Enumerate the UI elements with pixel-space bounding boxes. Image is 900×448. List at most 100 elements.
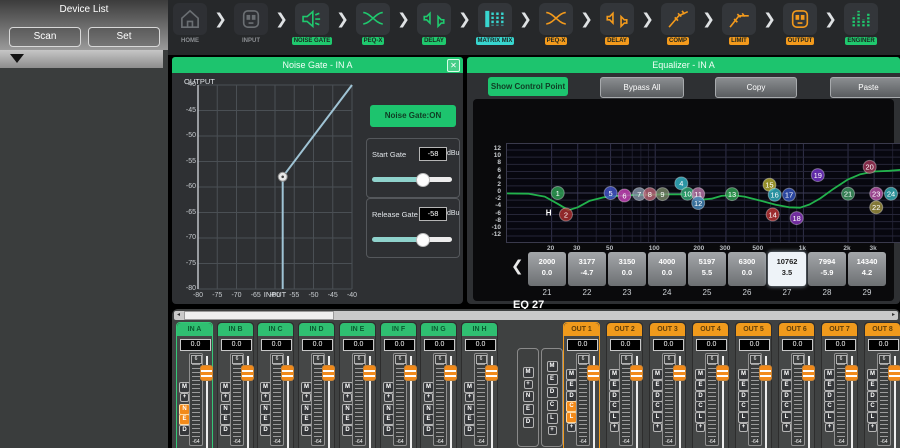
strip-tab[interactable]: OUT 3 xyxy=(650,323,685,336)
bypass-all-button[interactable]: Bypass All xyxy=(600,77,684,98)
master-button-d[interactable]: D xyxy=(523,417,534,428)
strip-button-plus[interactable]: + xyxy=(424,393,433,402)
start-gate-value[interactable]: -58 xyxy=(419,147,447,161)
noise-gate-on-button[interactable]: Noise Gate:ON xyxy=(370,105,456,127)
fader-handle[interactable] xyxy=(630,365,643,381)
strip-tab[interactable]: OUT 5 xyxy=(736,323,771,336)
strip-button-plus[interactable]: + xyxy=(610,423,619,432)
toolbar-item-home[interactable]: HOME xyxy=(168,3,212,45)
strip-button-plus[interactable]: + xyxy=(567,423,576,432)
toolbar-item-comp[interactable]: COMP xyxy=(656,3,700,45)
strip-tab[interactable]: OUT 8 xyxy=(865,323,900,336)
strip-button-plus[interactable]: + xyxy=(343,393,352,402)
toolbar-item-delay[interactable]: DELAY xyxy=(595,3,639,45)
toolbar-tile[interactable] xyxy=(234,3,268,35)
fader-handle[interactable] xyxy=(759,365,772,381)
master-button-plus[interactable]: + xyxy=(524,380,533,389)
fader-handle[interactable] xyxy=(716,365,729,381)
strip-gain-value[interactable]: 0.0 xyxy=(825,339,856,351)
copy-button[interactable]: Copy xyxy=(715,77,797,98)
fader-handle[interactable] xyxy=(322,365,335,381)
strip-tab[interactable]: IN E xyxy=(340,323,375,336)
eq-band-cell-26[interactable]: 63000.0 xyxy=(728,252,766,286)
fader-handle[interactable] xyxy=(241,365,254,381)
strip-in-e[interactable]: IN E0.0M+NED6-64 xyxy=(339,322,376,448)
strip-tab[interactable]: IN C xyxy=(258,323,293,336)
fader-handle[interactable] xyxy=(404,365,417,381)
toolbar-tile[interactable] xyxy=(722,3,756,35)
strip-button-plus[interactable]: + xyxy=(868,423,877,432)
eq-band-cell-28[interactable]: 7994-5.9 xyxy=(808,252,846,286)
device-tree-expander[interactable] xyxy=(0,50,163,68)
fader-handle[interactable] xyxy=(444,365,457,381)
toolbar-tile[interactable] xyxy=(539,3,573,35)
fader-handle[interactable] xyxy=(485,365,498,381)
eq-point-9[interactable]: 9 xyxy=(656,188,669,201)
fader-handle[interactable] xyxy=(845,365,858,381)
expander-triangle-icon[interactable] xyxy=(10,54,24,63)
strip-gain-value[interactable]: 0.0 xyxy=(782,339,813,351)
scrollbar-thumb[interactable] xyxy=(184,311,334,320)
strip-gain-value[interactable]: 0.0 xyxy=(653,339,684,351)
master-button-plus[interactable]: + xyxy=(548,426,557,435)
set-button[interactable]: Set xyxy=(88,27,160,47)
toolbar-item-limit[interactable]: LIMIT xyxy=(717,3,761,45)
gate-threshold-handle[interactable] xyxy=(278,172,287,181)
eq-point-17[interactable]: 17 xyxy=(783,188,796,201)
strip-gain-value[interactable]: 0.0 xyxy=(465,339,496,351)
eq-point-24[interactable]: 24 xyxy=(885,187,898,200)
strip-in-g[interactable]: IN G0.0M+NED6-64 xyxy=(420,322,457,448)
strip-tab[interactable]: IN B xyxy=(218,323,253,336)
mixer-scrollbar[interactable]: ◂ ▸ xyxy=(174,311,898,320)
strip-tab[interactable]: IN A xyxy=(177,323,212,336)
eq-band-cell-27[interactable]: 107623.5 xyxy=(768,252,806,286)
toolbar-tile[interactable] xyxy=(173,3,207,35)
toolbar-tile[interactable] xyxy=(478,3,512,35)
eq-band-cell-21[interactable]: 20000.0 xyxy=(528,252,566,286)
strip-tab[interactable]: OUT 7 xyxy=(822,323,857,336)
start-gate-slider-thumb[interactable] xyxy=(416,173,430,187)
toolbar-tile[interactable] xyxy=(295,3,329,35)
strip-tab[interactable]: OUT 6 xyxy=(779,323,814,336)
strip-gain-value[interactable]: 0.0 xyxy=(180,339,211,351)
toolbar-item-peq-x[interactable]: PEQ-X xyxy=(351,3,395,45)
start-gate-slider[interactable] xyxy=(372,177,452,182)
eq-point-1[interactable]: 1 xyxy=(551,187,564,200)
strip-out-4[interactable]: OUT 40.0MEDCL+6-64 xyxy=(692,322,729,448)
toolbar-item-matrix-mix[interactable]: MATRIX MIX xyxy=(473,3,517,45)
master-button-n[interactable]: N xyxy=(523,391,534,402)
master-button-m[interactable]: M xyxy=(547,361,558,372)
release-gate-value[interactable]: -58 xyxy=(419,207,447,221)
fader-handle[interactable] xyxy=(363,365,376,381)
strip-out-6[interactable]: OUT 60.0MEDCL+6-64 xyxy=(778,322,815,448)
strip-gain-value[interactable]: 0.0 xyxy=(696,339,727,351)
master-button-c[interactable]: C xyxy=(547,400,558,411)
bands-prev-icon[interactable]: ❮ xyxy=(511,257,524,275)
master-button-l[interactable]: L xyxy=(547,413,558,424)
eq-point-6[interactable]: 6 xyxy=(618,189,631,202)
eq-point-8[interactable]: 8 xyxy=(643,188,656,201)
eq-point-19[interactable]: 19 xyxy=(811,169,824,182)
eq-band-cell-29[interactable]: 143404.2 xyxy=(848,252,886,286)
fader-handle[interactable] xyxy=(587,365,600,381)
eq-point-12[interactable]: 12 xyxy=(692,197,705,210)
eq-point-2[interactable]: 2 xyxy=(559,208,572,221)
strip-button-plus[interactable]: + xyxy=(825,423,834,432)
strip-in-b[interactable]: IN B0.0M+NED6-64 xyxy=(217,322,254,448)
strip-button-plus[interactable]: + xyxy=(302,393,311,402)
strip-out-2[interactable]: OUT 20.0MEDCL+6-64 xyxy=(606,322,643,448)
strip-tab[interactable]: IN F xyxy=(381,323,416,336)
strip-tab[interactable]: IN G xyxy=(421,323,456,336)
eq-point-21[interactable]: 21 xyxy=(842,187,855,200)
strip-out-5[interactable]: OUT 50.0MEDCL+6-64 xyxy=(735,322,772,448)
toolbar-item-input[interactable]: INPUT xyxy=(229,3,273,45)
scan-button[interactable]: Scan xyxy=(9,27,81,47)
fader-handle[interactable] xyxy=(200,365,213,381)
master-button-e[interactable]: E xyxy=(523,404,534,415)
strip-tab[interactable]: OUT 4 xyxy=(693,323,728,336)
eq-h-marker[interactable]: H xyxy=(546,209,552,218)
toolbar-tile[interactable] xyxy=(356,3,390,35)
release-gate-slider-thumb[interactable] xyxy=(416,233,430,247)
strip-in-h[interactable]: IN H0.0M+NED6-64 xyxy=(461,322,498,448)
strip-gain-value[interactable]: 0.0 xyxy=(221,339,252,351)
